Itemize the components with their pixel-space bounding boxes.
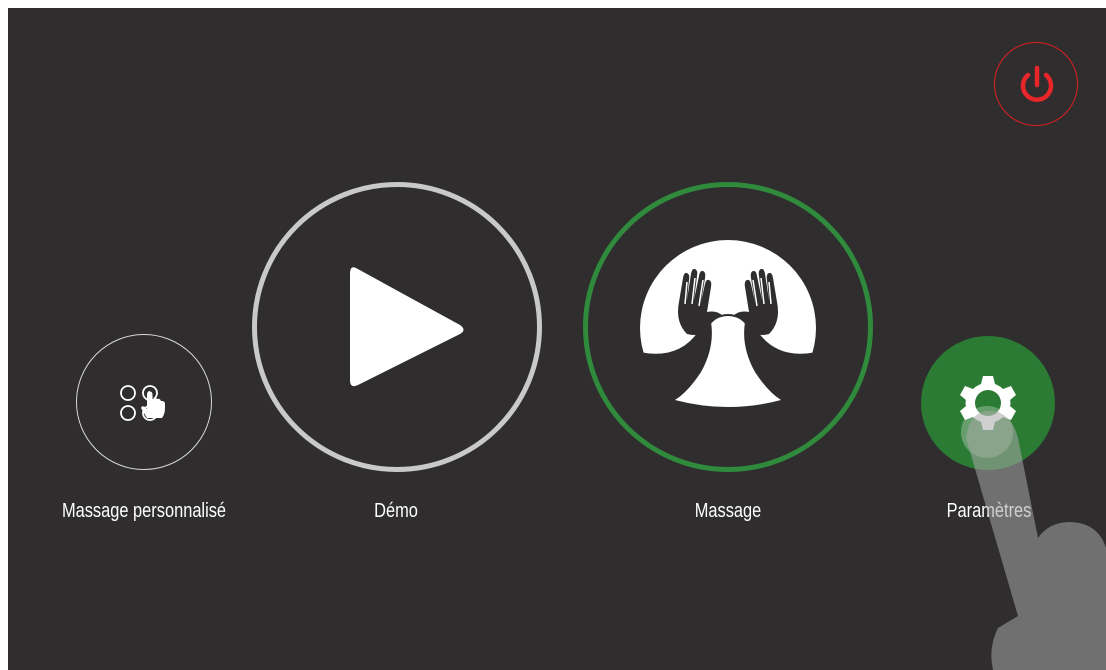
main-screen: Massage personnalisé Démo Massage Paramè… (8, 8, 1106, 670)
settings-label: Paramètres (946, 500, 1032, 522)
power-icon (1020, 65, 1054, 102)
play-icon (350, 267, 464, 387)
gear-icon (960, 376, 1016, 430)
custom-massage-label: Massage personnalisé (61, 500, 227, 522)
massage-label: Massage (694, 500, 762, 522)
custom-massage-circle[interactable] (76, 334, 212, 470)
demo-circle[interactable] (252, 182, 542, 472)
touch-grid-icon (120, 385, 165, 421)
power-button[interactable] (994, 42, 1078, 126)
hands-icon (640, 240, 816, 420)
massage-circle[interactable] (583, 182, 873, 472)
settings-circle[interactable] (921, 336, 1055, 470)
demo-label: Démo (374, 500, 418, 522)
